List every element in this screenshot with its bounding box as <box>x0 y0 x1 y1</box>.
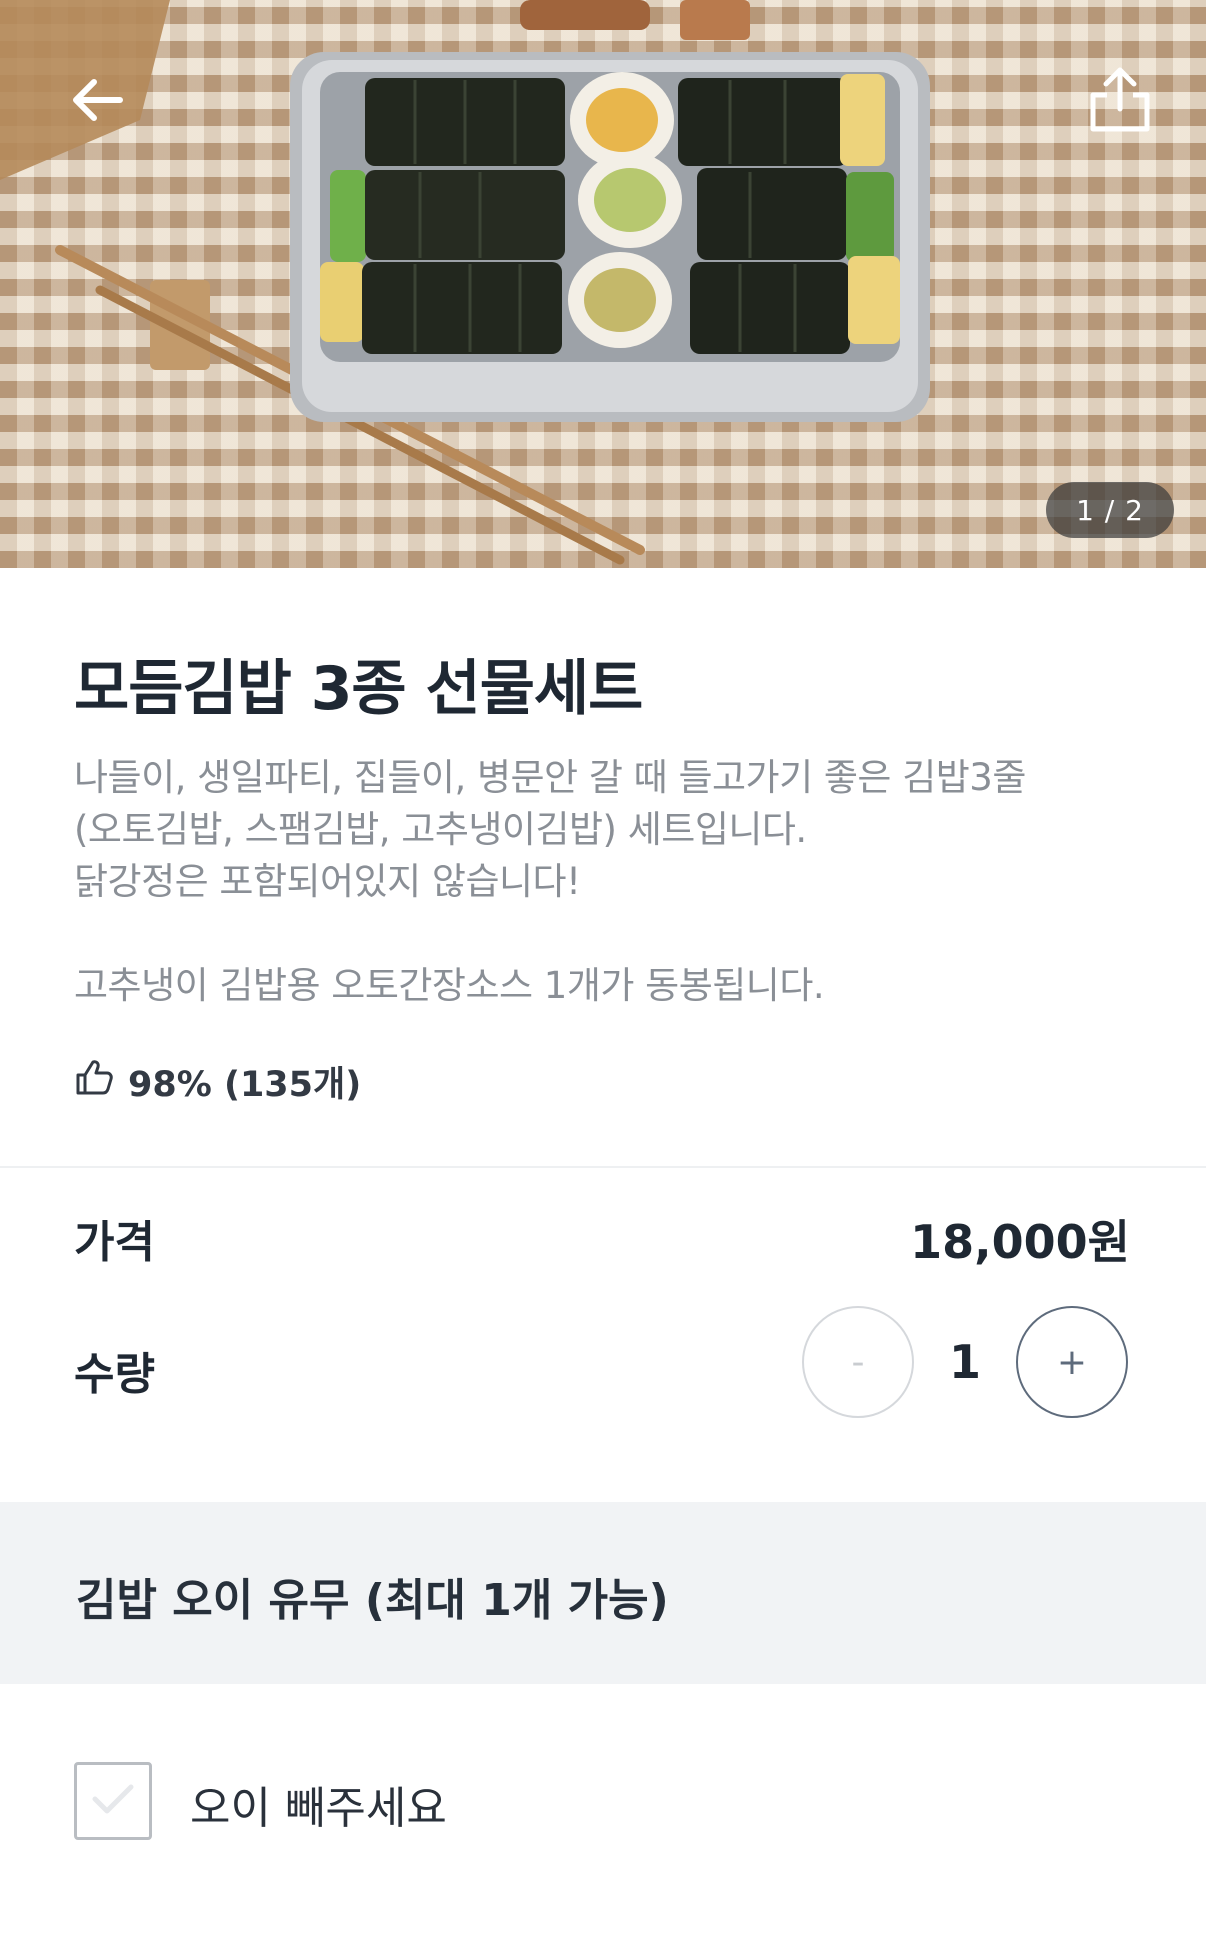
back-button[interactable] <box>56 66 136 138</box>
share-button[interactable] <box>1080 62 1160 142</box>
rating-text: 98% (135개) <box>128 1064 362 1105</box>
image-counter: 1 / 2 <box>1046 482 1174 538</box>
price-value: 18,000원 <box>910 1215 1130 1269</box>
check-icon <box>90 1781 136 1821</box>
option-group-title: 김밥 오이 유무 (최대 1개 가능) <box>76 1575 669 1626</box>
product-detail-page: 1 / 2 모듬김밥 3종 선물세트 나들이, 생일파티, 집들이, 병문안 갈… <box>0 0 1206 1941</box>
quantity-decrease-button[interactable]: - <box>802 1306 914 1418</box>
option-item[interactable]: 오이 빼주세요 <box>0 1720 1206 1880</box>
arrow-left-icon <box>68 76 124 128</box>
quantity-label: 수량 <box>74 1349 155 1400</box>
thumbs-up-icon <box>74 1057 114 1106</box>
price-label: 가격 <box>74 1217 155 1268</box>
kimbap-photo <box>0 0 930 565</box>
option-group-header: 김밥 오이 유무 (최대 1개 가능) <box>0 1502 1206 1684</box>
divider <box>0 1166 1206 1168</box>
quantity-value: 1 <box>948 1335 981 1389</box>
share-icon <box>1087 65 1153 139</box>
rating: 98% (135개) <box>74 1054 361 1108</box>
product-title: 모듬김밥 3종 선물세트 <box>74 654 643 724</box>
option-label: 오이 빼주세요 <box>190 1783 447 1834</box>
product-description: 나들이, 생일파티, 집들이, 병문안 갈 때 들고가기 좋은 김밥3줄 (오토… <box>74 756 1026 1007</box>
product-image[interactable]: 1 / 2 <box>0 0 1206 568</box>
quantity-increase-button[interactable]: + <box>1016 1306 1128 1418</box>
option-checkbox[interactable] <box>74 1762 152 1840</box>
